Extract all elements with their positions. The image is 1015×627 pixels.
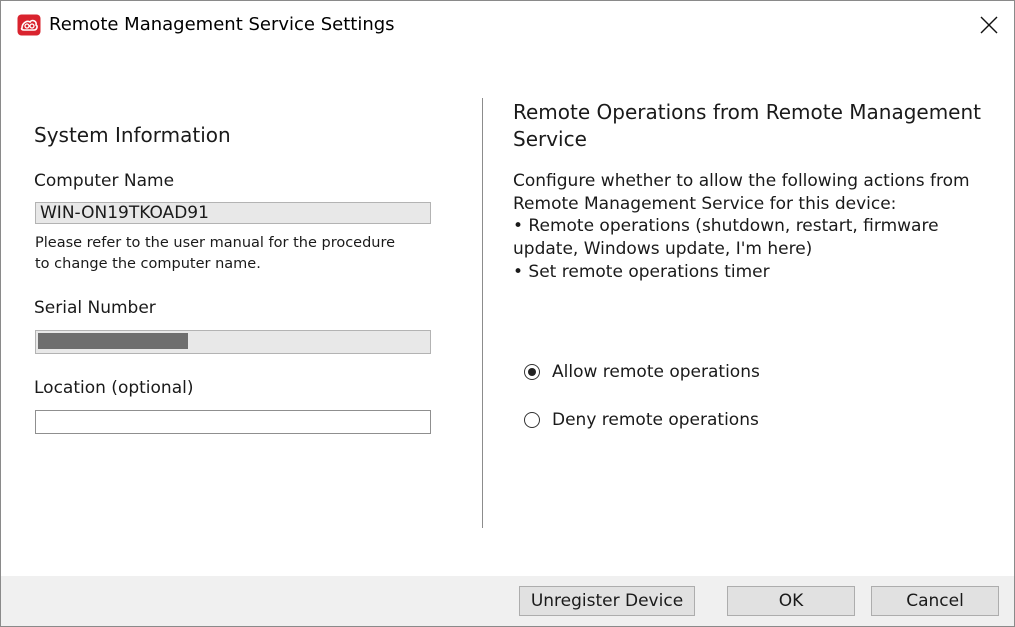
description-line5: • Set remote operations timer [513,261,770,282]
serial-number-label: Serial Number [34,298,156,318]
remote-operations-heading-line2: Service [513,127,587,151]
cancel-button[interactable]: Cancel [871,586,999,616]
location-input[interactable] [35,410,431,434]
column-divider [482,98,483,528]
remote-operations-heading: Remote Operations from Remote Management… [513,99,993,153]
close-button[interactable] [970,7,1008,43]
system-information-heading: System Information [34,123,231,147]
computer-name-label: Computer Name [34,171,175,191]
settings-dialog: Remote Management Service Settings Syste… [0,0,1015,627]
computer-name-value: WIN-ON19TKOAD91 [40,203,209,223]
remote-operations-description: Configure whether to allow the following… [513,170,983,284]
deny-remote-operations-option[interactable]: Deny remote operations [524,410,759,430]
remote-operations-heading-line1: Remote Operations from Remote Management [513,100,982,124]
allow-remote-operations-radio[interactable] [524,364,540,380]
close-icon [980,16,998,34]
deny-remote-operations-radio[interactable] [524,412,540,428]
dialog-footer: Unregister Device OK Cancel [1,576,1014,626]
allow-remote-operations-label: Allow remote operations [552,362,760,382]
location-label: Location (optional) [34,378,194,398]
description-line1: Configure whether to allow the following… [513,171,970,191]
description-line3: • Remote operations (shutdown, restart, … [513,216,939,237]
ok-button[interactable]: OK [727,586,855,616]
computer-name-field: WIN-ON19TKOAD91 [35,202,431,224]
window-title: Remote Management Service Settings [49,14,395,35]
description-line4: update, Windows update, I'm here) [513,239,813,260]
serial-number-redaction [38,333,188,349]
app-logo-icon [17,14,41,36]
description-line2: Remote Management Service for this devic… [513,193,897,214]
unregister-device-button[interactable]: Unregister Device [519,586,695,616]
serial-number-field [35,330,431,354]
allow-remote-operations-option[interactable]: Allow remote operations [524,362,760,382]
computer-name-hint-line2: to change the computer name. [35,256,261,272]
computer-name-hint: Please refer to the user manual for the … [35,233,435,275]
title-bar: Remote Management Service Settings [1,1,1014,51]
deny-remote-operations-label: Deny remote operations [552,410,759,430]
computer-name-hint-line1: Please refer to the user manual for the … [35,235,396,251]
